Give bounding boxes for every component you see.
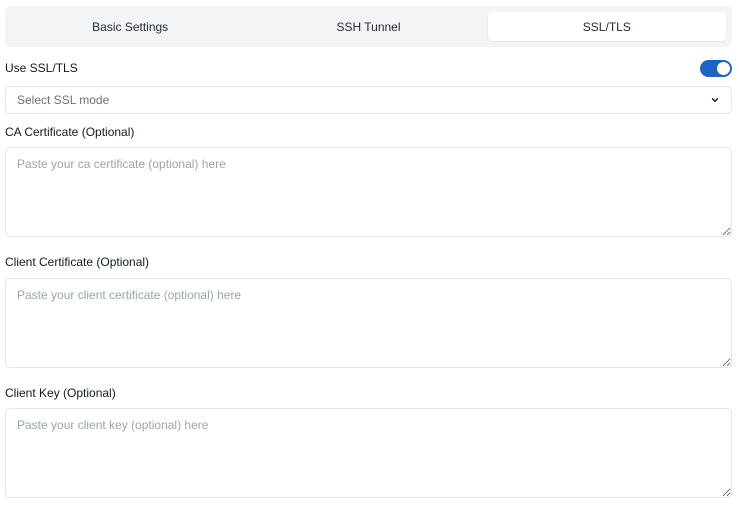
use-ssl-row: Use SSL/TLS	[5, 58, 732, 78]
tab-label: SSH Tunnel	[336, 19, 401, 34]
client-key-label: Client Key (Optional)	[5, 386, 116, 400]
chevron-down-icon	[710, 95, 720, 105]
tab-basic-settings[interactable]: Basic Settings	[11, 12, 249, 41]
settings-tab-bar: Basic Settings SSH Tunnel SSL/TLS	[5, 6, 732, 47]
tab-label: Basic Settings	[92, 19, 169, 34]
ca-certificate-label: CA Certificate (Optional)	[5, 125, 135, 139]
use-ssl-toggle[interactable]	[700, 59, 732, 77]
ssl-mode-select[interactable]: Select SSL mode	[5, 86, 732, 114]
client-certificate-textarea[interactable]	[5, 278, 732, 368]
tab-ssl-tls[interactable]: SSL/TLS	[487, 12, 726, 41]
client-key-textarea[interactable]	[5, 408, 732, 498]
use-ssl-label: Use SSL/TLS	[5, 61, 78, 75]
client-certificate-label: Client Certificate (Optional)	[5, 255, 150, 269]
ca-certificate-textarea[interactable]	[5, 147, 732, 237]
tab-label: SSL/TLS	[582, 19, 631, 34]
tab-ssh-tunnel[interactable]: SSH Tunnel	[249, 12, 487, 41]
toggle-knob	[717, 61, 730, 75]
ssl-mode-placeholder: Select SSL mode	[17, 93, 110, 107]
ssl-settings-panel: Basic Settings SSH Tunnel SSL/TLS Use SS…	[0, 0, 739, 506]
